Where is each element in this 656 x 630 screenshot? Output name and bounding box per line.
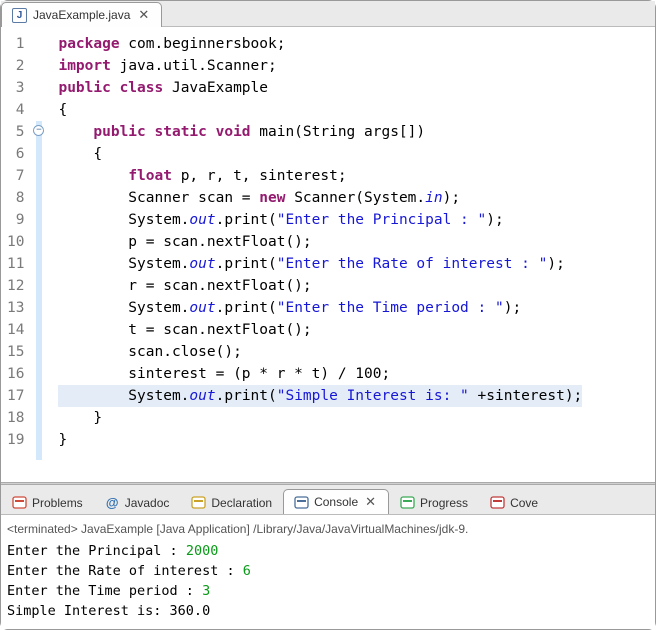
line-number: 14 [7,319,24,341]
fold-toggle-icon[interactable]: − [33,125,44,136]
console-prompt: Simple Interest is: 360.0 [7,603,210,619]
tab-label: Problems [32,496,83,510]
line-number: 4 [7,99,24,121]
editor-tab-label: JavaExample.java [33,8,130,22]
line-number: 16 [7,363,24,385]
coverage-icon [490,495,505,510]
line-number: 1 [7,33,24,55]
console-view[interactable]: <terminated> JavaExample [Java Applicati… [1,515,655,629]
line-number: 5 [7,121,24,143]
tab-label: Declaration [211,496,272,510]
code-line[interactable]: package com.beginnersbook; [58,33,582,55]
bottom-tab-bar: Problems @ Javadoc Declaration Console ✕ Progr… [1,485,655,515]
code-editor[interactable]: 12345678910111213141516171819 − package … [1,27,655,482]
line-number: 6 [7,143,24,165]
console-line: Simple Interest is: 360.0 [7,601,649,621]
code-line[interactable]: t = scan.nextFloat(); [58,319,582,341]
editor-tab-javaexample[interactable]: J JavaExample.java ✕ [1,2,162,27]
tab-console[interactable]: Console ✕ [283,489,389,515]
javadoc-icon: @ [105,495,120,510]
tab-problems[interactable]: Problems [1,490,94,514]
code-line[interactable]: Scanner scan = new Scanner(System.in); [58,187,582,209]
tab-declaration[interactable]: Declaration [180,490,283,514]
code-line[interactable]: { [58,99,582,121]
line-number: 11 [7,253,24,275]
code-line[interactable]: sinterest = (p * r * t) / 100; [58,363,582,385]
close-icon[interactable]: ✕ [136,7,151,23]
editor-tab-bar: J JavaExample.java ✕ [1,1,655,27]
code-line[interactable]: float p, r, t, sinterest; [58,165,582,187]
line-number: 15 [7,341,24,363]
console-user-input: 3 [202,583,210,599]
code-area[interactable]: package com.beginnersbook;import java.ut… [50,33,582,482]
console-user-input: 6 [243,563,251,579]
line-number: 7 [7,165,24,187]
line-number: 18 [7,407,24,429]
java-file-icon: J [12,8,27,23]
console-prompt: Enter the Time period : [7,583,202,599]
code-line[interactable]: public class JavaExample [58,77,582,99]
progress-icon [400,495,415,510]
problems-icon [12,495,27,510]
tab-label: Cove [510,496,538,510]
line-number: 3 [7,77,24,99]
code-line[interactable]: System.out.print("Simple Interest is: " … [58,385,582,407]
code-line[interactable]: System.out.print("Enter the Time period … [58,297,582,319]
tab-progress[interactable]: Progress [389,490,479,514]
code-line[interactable]: { [58,143,582,165]
code-line[interactable]: } [58,429,582,451]
line-number: 19 [7,429,24,451]
line-number: 2 [7,55,24,77]
console-status: <terminated> JavaExample [Java Applicati… [7,519,649,539]
console-line: Enter the Rate of interest : 6 [7,561,649,581]
code-line[interactable]: import java.util.Scanner; [58,55,582,77]
tab-label: Javadoc [125,496,170,510]
tab-coverage[interactable]: Cove [479,490,549,514]
console-icon [294,495,309,510]
tab-label: Progress [420,496,468,510]
line-number: 10 [7,231,24,253]
code-line[interactable]: r = scan.nextFloat(); [58,275,582,297]
code-line[interactable]: } [58,407,582,429]
close-icon[interactable]: ✕ [363,494,378,510]
line-number: 12 [7,275,24,297]
console-line: Enter the Time period : 3 [7,581,649,601]
console-prompt: Enter the Principal : [7,543,186,559]
line-number: 17 [7,385,24,407]
code-line[interactable]: System.out.print("Enter the Rate of inte… [58,253,582,275]
line-number: 9 [7,209,24,231]
console-user-input: 2000 [186,543,219,559]
line-number: 13 [7,297,24,319]
line-number-gutter: 12345678910111213141516171819 [1,33,34,482]
code-line[interactable]: public static void main(String args[]) [58,121,582,143]
change-marker [36,121,42,460]
code-line[interactable]: p = scan.nextFloat(); [58,231,582,253]
declaration-icon [191,495,206,510]
code-line[interactable]: scan.close(); [58,341,582,363]
tab-javadoc[interactable]: @ Javadoc [94,490,181,514]
tab-label: Console [314,495,358,509]
code-line[interactable]: System.out.print("Enter the Principal : … [58,209,582,231]
line-number: 8 [7,187,24,209]
console-prompt: Enter the Rate of interest : [7,563,243,579]
fold-strip: − [34,33,50,482]
console-line: Enter the Principal : 2000 [7,541,649,561]
